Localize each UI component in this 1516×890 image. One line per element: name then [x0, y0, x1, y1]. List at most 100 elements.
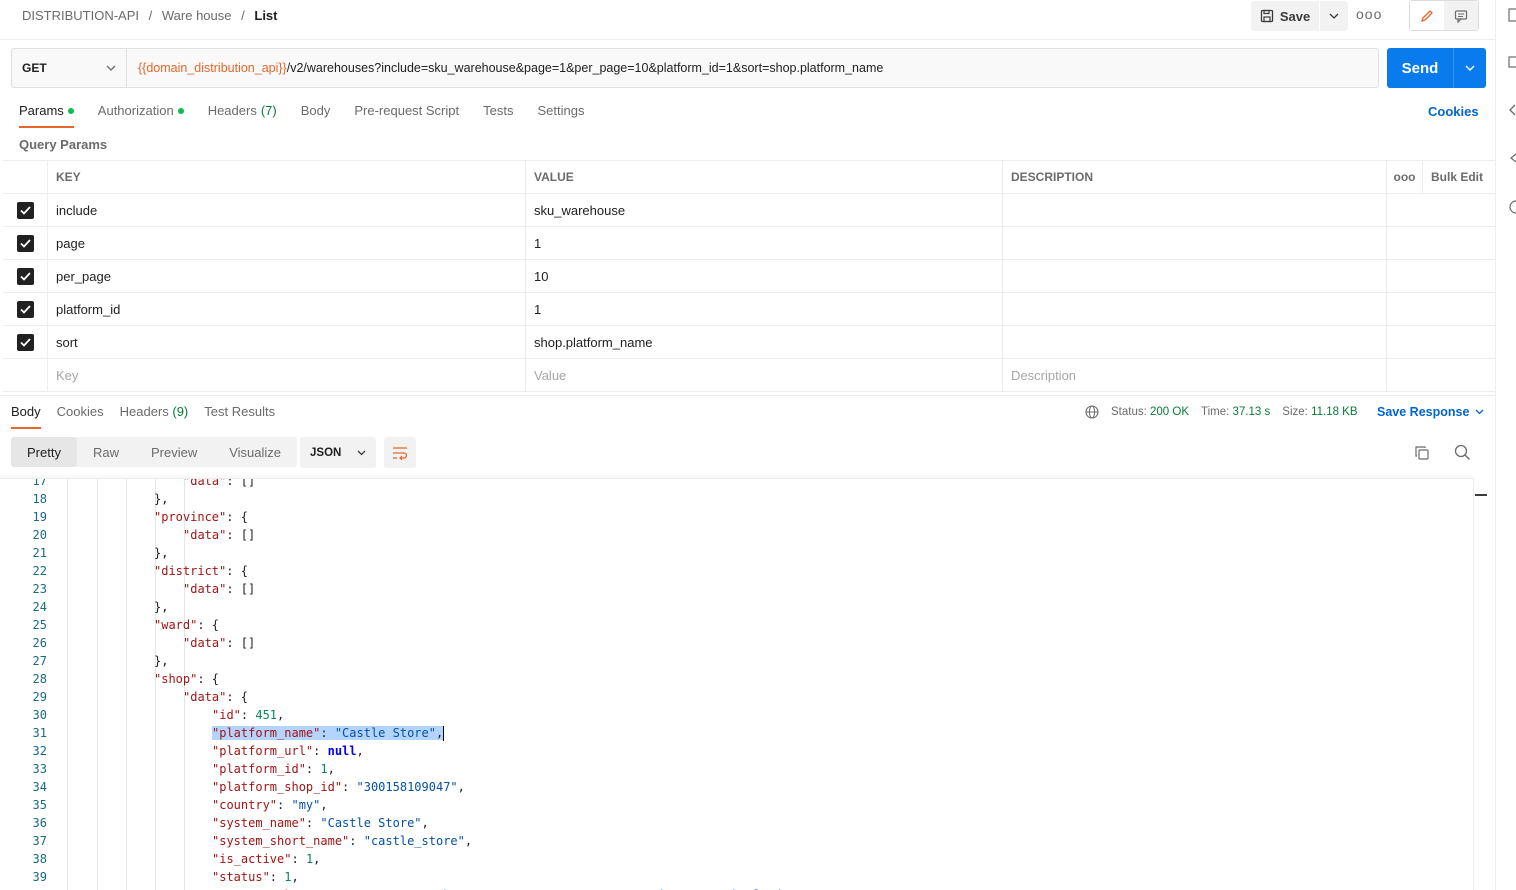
- line-number: 25: [32, 618, 47, 632]
- param-checkbox[interactable]: [16, 267, 34, 285]
- breadcrumb-request[interactable]: List: [254, 8, 277, 23]
- code-line: 19 "province": {: [0, 508, 1473, 526]
- editor-scrollbar[interactable]: [1473, 478, 1495, 890]
- method-label: GET: [22, 61, 47, 75]
- view-raw[interactable]: Raw: [77, 437, 135, 467]
- param-checkbox-cell: [3, 359, 48, 391]
- view-pretty[interactable]: Pretty: [11, 437, 77, 467]
- format-select[interactable]: JSON: [300, 437, 376, 468]
- param-checkbox-cell: [3, 293, 48, 325]
- param-key[interactable]: per_page: [48, 260, 526, 292]
- table-row: sort shop.platform_name: [3, 326, 1495, 359]
- param-value[interactable]: 1: [526, 227, 1003, 259]
- param-key[interactable]: sort: [48, 326, 526, 358]
- response-tab-body[interactable]: Body: [11, 404, 41, 429]
- related-icon[interactable]: [1508, 200, 1516, 214]
- more-actions-button[interactable]: ooo: [1356, 6, 1382, 22]
- time-info[interactable]: Time: 37.13 s: [1201, 406, 1270, 418]
- code-line: 34 "platform_shop_id": "300158109047",: [0, 778, 1473, 796]
- new-description-input[interactable]: Description: [1003, 359, 1387, 391]
- tab-params[interactable]: Params: [19, 102, 74, 128]
- send-button[interactable]: Send: [1387, 48, 1453, 88]
- param-description[interactable]: [1003, 194, 1387, 226]
- wrap-lines-button[interactable]: [384, 437, 416, 468]
- tab-body[interactable]: Body: [301, 102, 331, 128]
- response-tab-test-results[interactable]: Test Results: [204, 404, 275, 429]
- line-number: 28: [32, 672, 47, 686]
- param-description[interactable]: [1003, 227, 1387, 259]
- new-value-input[interactable]: Value: [526, 359, 1003, 391]
- param-checkbox[interactable]: [16, 333, 34, 351]
- tab-label: Test Results: [204, 404, 276, 419]
- code-text: "data": []: [183, 636, 256, 650]
- breadcrumb-folder[interactable]: Ware house: [162, 8, 232, 23]
- param-value[interactable]: sku_warehouse: [526, 194, 1003, 226]
- save-response-button[interactable]: Save Response: [1377, 405, 1484, 419]
- response-tab-cookies[interactable]: Cookies: [57, 404, 104, 429]
- param-checkbox[interactable]: [16, 300, 34, 318]
- new-key-input[interactable]: Key: [48, 359, 526, 391]
- param-key[interactable]: include: [48, 194, 526, 226]
- table-options-button[interactable]: ooo: [1387, 161, 1423, 193]
- table-row: page 1: [3, 227, 1495, 260]
- save-options-button[interactable]: [1320, 1, 1348, 31]
- bulk-edit-button[interactable]: Bulk Edit: [1423, 161, 1495, 193]
- tab-count: (7): [260, 103, 277, 118]
- breadcrumb-collection[interactable]: DISTRIBUTION-API: [22, 8, 139, 23]
- tab-authorization[interactable]: Authorization: [98, 102, 184, 128]
- chevron-left-icon[interactable]: [1508, 104, 1516, 116]
- status-info[interactable]: Status: 200 OK: [1111, 406, 1189, 418]
- save-button[interactable]: Save: [1251, 1, 1319, 31]
- check-icon: [19, 271, 31, 281]
- send-options-button[interactable]: [1453, 48, 1486, 88]
- param-value[interactable]: shop.platform_name: [526, 326, 1003, 358]
- response-tab-headers[interactable]: Headers (9): [120, 404, 189, 429]
- response-divider[interactable]: [0, 395, 1495, 396]
- line-number: 19: [32, 510, 47, 524]
- documentation-icon[interactable]: [1508, 8, 1516, 22]
- cookies-link[interactable]: Cookies: [1428, 104, 1479, 119]
- size-info[interactable]: Size: 11.18 KB: [1282, 406, 1357, 418]
- tab-label: Pre-request Script: [354, 103, 460, 118]
- code-text: },: [154, 546, 169, 560]
- method-select[interactable]: GET: [12, 49, 127, 87]
- param-description[interactable]: [1003, 293, 1387, 325]
- param-key[interactable]: platform_id: [48, 293, 526, 325]
- param-key[interactable]: page: [48, 227, 526, 259]
- code-text: "id": 451,: [212, 708, 285, 722]
- response-body-editor[interactable]: 17 "data": [] 18}, 19 "province": {20 "data":…: [0, 478, 1473, 890]
- time-label: Time:: [1201, 406, 1230, 418]
- code-text: "system_name": "Castle Store",: [212, 816, 429, 830]
- info-icon[interactable]: [1508, 56, 1516, 68]
- tab-label: Cookies: [56, 404, 104, 419]
- comment-mode-button[interactable]: [1444, 1, 1478, 30]
- param-value[interactable]: 1: [526, 293, 1003, 325]
- tab-headers[interactable]: Headers (7): [208, 102, 277, 128]
- view-preview[interactable]: Preview: [135, 437, 213, 467]
- status-value: 200 OK: [1150, 406, 1190, 418]
- chevron-down-icon: [1475, 409, 1484, 415]
- code-snippet-icon[interactable]: [1508, 152, 1516, 164]
- line-number: 36: [32, 816, 47, 830]
- search-icon[interactable]: [1454, 444, 1471, 461]
- copy-icon[interactable]: [1414, 445, 1430, 461]
- code-line: 29 "data": {: [0, 688, 1473, 706]
- param-description[interactable]: [1003, 326, 1387, 358]
- scrollbar-thumb[interactable]: [1475, 494, 1487, 496]
- line-number: 21: [32, 546, 47, 560]
- param-checkbox[interactable]: [16, 201, 34, 219]
- tab-label: Tests: [483, 103, 514, 118]
- url-input[interactable]: {{domain_distribution_api}}/v2/warehouse…: [127, 49, 1378, 87]
- edit-mode-button[interactable]: [1410, 1, 1444, 30]
- tab-pre-request-script[interactable]: Pre-request Script: [354, 102, 459, 128]
- tab-settings[interactable]: Settings: [537, 102, 584, 128]
- tab-tests[interactable]: Tests: [483, 102, 513, 128]
- size-value: 11.18 KB: [1311, 406, 1358, 418]
- globe-icon[interactable]: [1085, 405, 1099, 419]
- view-visualize[interactable]: Visualize: [213, 437, 297, 467]
- param-checkbox[interactable]: [16, 234, 34, 252]
- param-description[interactable]: [1003, 260, 1387, 292]
- code-text: "platform_shop_id": "300158109047",: [212, 780, 465, 794]
- line-number: 29: [32, 690, 47, 704]
- param-value[interactable]: 10: [526, 260, 1003, 292]
